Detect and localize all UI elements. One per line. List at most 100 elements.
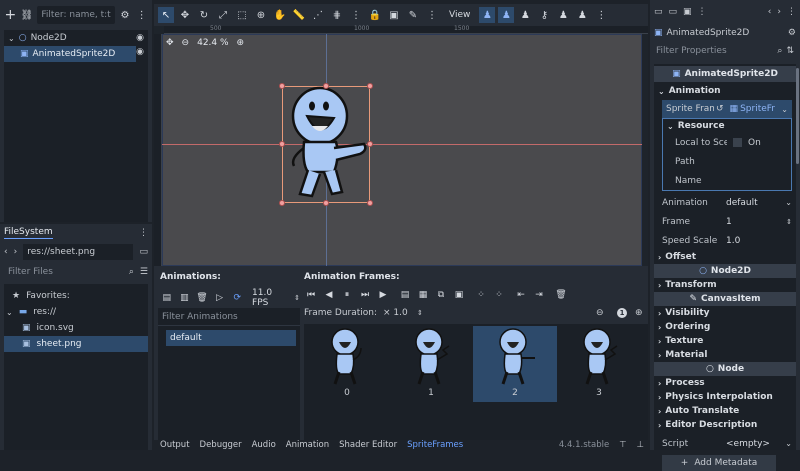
handle[interactable]	[367, 141, 373, 147]
expand-arrow-icon[interactable]: ›	[658, 379, 661, 388]
move-left-icon[interactable]: ⇤	[514, 288, 528, 302]
tree-node-animatedsprite2d[interactable]: ▣ AnimatedSprite2D	[4, 46, 136, 62]
view-menu[interactable]: View	[443, 10, 476, 20]
new-resource-icon[interactable]: ▭	[654, 7, 663, 17]
load-sheet-icon[interactable]: ▦	[416, 288, 430, 302]
script-icon[interactable]: ⚙	[119, 7, 132, 23]
back-icon[interactable]: ‹	[4, 247, 8, 257]
expand-arrow-icon[interactable]: ›	[658, 281, 661, 290]
inspector-scrollbar[interactable]	[796, 68, 799, 164]
handle[interactable]	[367, 200, 373, 206]
tab-spriteframes[interactable]: SpriteFrames	[407, 440, 463, 450]
name-field[interactable]	[727, 173, 789, 188]
character-sprite[interactable]	[282, 86, 370, 203]
frame-thumb-selected[interactable]: 2	[473, 326, 557, 402]
menu-icon[interactable]: ⋮	[135, 7, 148, 23]
split-view-icon[interactable]: ▭	[139, 247, 148, 257]
section-texture[interactable]: › Texture	[654, 334, 796, 348]
visibility-icon[interactable]: ◉	[136, 47, 144, 57]
revert-icon[interactable]: ↺	[716, 104, 724, 114]
handle[interactable]	[279, 200, 285, 206]
frame-thumb[interactable]: 0	[305, 326, 389, 402]
add-animation-icon[interactable]: ▤	[160, 291, 174, 305]
group-icon[interactable]: ▣	[386, 7, 402, 23]
delete-frame-icon[interactable]: 🗑	[554, 288, 568, 302]
key-options-icon[interactable]: ♟	[555, 7, 571, 23]
forward-icon[interactable]: ›	[14, 247, 18, 257]
file-item[interactable]: ▣ sheet.png	[4, 336, 148, 352]
tab-shader-editor[interactable]: Shader Editor	[339, 440, 397, 450]
animation-key-position-icon[interactable]: ♟	[479, 7, 496, 23]
bone-icon[interactable]: ✎	[405, 7, 421, 23]
add-metadata-button[interactable]: + Add Metadata	[662, 455, 776, 471]
section-resource[interactable]: ⌄ Resource	[663, 119, 791, 133]
expand-arrow-icon[interactable]: ›	[658, 407, 661, 416]
lock-icon[interactable]: 🔒	[367, 7, 383, 23]
copy-frame-icon[interactable]: ⧉	[434, 288, 448, 302]
load-frames-icon[interactable]: ▤	[398, 288, 412, 302]
sprite-frames-value[interactable]: SpriteFr	[740, 104, 775, 114]
expand-arrow-icon[interactable]: ›	[658, 323, 661, 332]
expand-arrow-icon[interactable]: ›	[658, 337, 661, 346]
grid-snap-icon[interactable]: ⋕	[329, 7, 345, 23]
frame-duration-field[interactable]: × 1.0	[383, 308, 417, 318]
local-to-scene-checkbox[interactable]	[733, 138, 742, 147]
play-icon[interactable]: ▶	[376, 288, 390, 302]
insert-key-icon[interactable]: ⚷	[536, 7, 552, 23]
animation-item[interactable]: default	[166, 330, 296, 346]
pan-tool-icon[interactable]: ✋	[272, 7, 288, 23]
animation-value[interactable]: default	[720, 198, 785, 208]
property-filter-input[interactable]: Filter Properties	[656, 46, 773, 56]
zoom-out-icon[interactable]: ⊖	[182, 38, 190, 48]
pin-icon[interactable]: ⊤	[619, 440, 626, 450]
handle[interactable]	[367, 83, 373, 89]
dropdown-icon[interactable]: ⌄	[781, 105, 788, 114]
expand-arrow-icon[interactable]: ›	[658, 351, 661, 360]
ruler-tool-icon[interactable]: 📏	[291, 7, 307, 23]
inspected-node-name[interactable]: AnimatedSprite2D	[667, 28, 750, 38]
smart-snap-icon[interactable]: ⋰	[310, 7, 326, 23]
expand-arrow-icon[interactable]: ›	[658, 421, 661, 430]
speed-scale-value[interactable]: 1.0	[720, 236, 796, 246]
canvas-area[interactable]: ✥ ⊖ 42.4 % ⊕	[162, 34, 642, 266]
play-start-icon[interactable]: ⏭	[358, 288, 372, 302]
animation-key-scale-icon[interactable]: ♟	[517, 7, 533, 23]
section-physics-interpolation[interactable]: › Physics Interpolation	[654, 390, 796, 404]
menu-icon[interactable]: ⋮	[139, 228, 148, 238]
section-offset[interactable]: › Offset	[654, 250, 796, 264]
section-material[interactable]: › Material	[654, 348, 796, 362]
more-menu-icon[interactable]: ⋮	[593, 7, 609, 23]
expand-arrow-icon[interactable]: ›	[658, 309, 661, 318]
history-menu-icon[interactable]: ⋮	[787, 7, 796, 17]
section-auto-translate[interactable]: › Auto Translate	[654, 404, 796, 418]
delete-animation-icon[interactable]: 🗑	[195, 291, 209, 305]
collapse-arrow-icon[interactable]: ⌄	[8, 34, 15, 43]
animation-key-rotation-icon[interactable]: ♟	[498, 7, 515, 23]
section-visibility[interactable]: › Visibility	[654, 306, 796, 320]
zoom-level[interactable]: 42.4 %	[197, 38, 228, 48]
tab-animation[interactable]: Animation	[286, 440, 329, 450]
handle[interactable]	[323, 200, 329, 206]
frame-thumb[interactable]: 3	[557, 326, 641, 402]
file-filter-input[interactable]: Filter Files	[4, 267, 123, 277]
handle[interactable]	[279, 141, 285, 147]
zoom-in-icon[interactable]: ⊕	[635, 308, 643, 318]
dropdown-icon[interactable]: ⌄	[785, 198, 792, 207]
handle[interactable]	[279, 83, 285, 89]
add-node-icon[interactable]: +	[4, 7, 17, 23]
collapse-arrow-icon[interactable]: ⌄	[658, 87, 665, 96]
bone-menu-icon[interactable]: ⋮	[424, 7, 440, 23]
frame-thumb[interactable]: 1	[389, 326, 473, 402]
collapse-arrow-icon[interactable]: ⌄	[667, 122, 674, 131]
collapse-arrow-icon[interactable]: ⌄	[6, 308, 13, 317]
selectable-tool-icon[interactable]: ⬚	[234, 7, 250, 23]
expand-arrow-icon[interactable]: ›	[658, 393, 661, 402]
fps-field[interactable]: 11.0 FPS	[252, 288, 290, 308]
scale-tool-icon[interactable]: ⤢	[215, 7, 231, 23]
section-editor-description[interactable]: › Editor Description	[654, 418, 796, 432]
history-forward-icon[interactable]: ›	[777, 7, 781, 17]
path-field[interactable]: res://sheet.png	[27, 247, 95, 257]
expand-arrow-icon[interactable]: ›	[658, 253, 661, 262]
open-icon[interactable]: ▭	[669, 7, 678, 17]
expand-icon[interactable]: ⊥	[637, 440, 644, 450]
